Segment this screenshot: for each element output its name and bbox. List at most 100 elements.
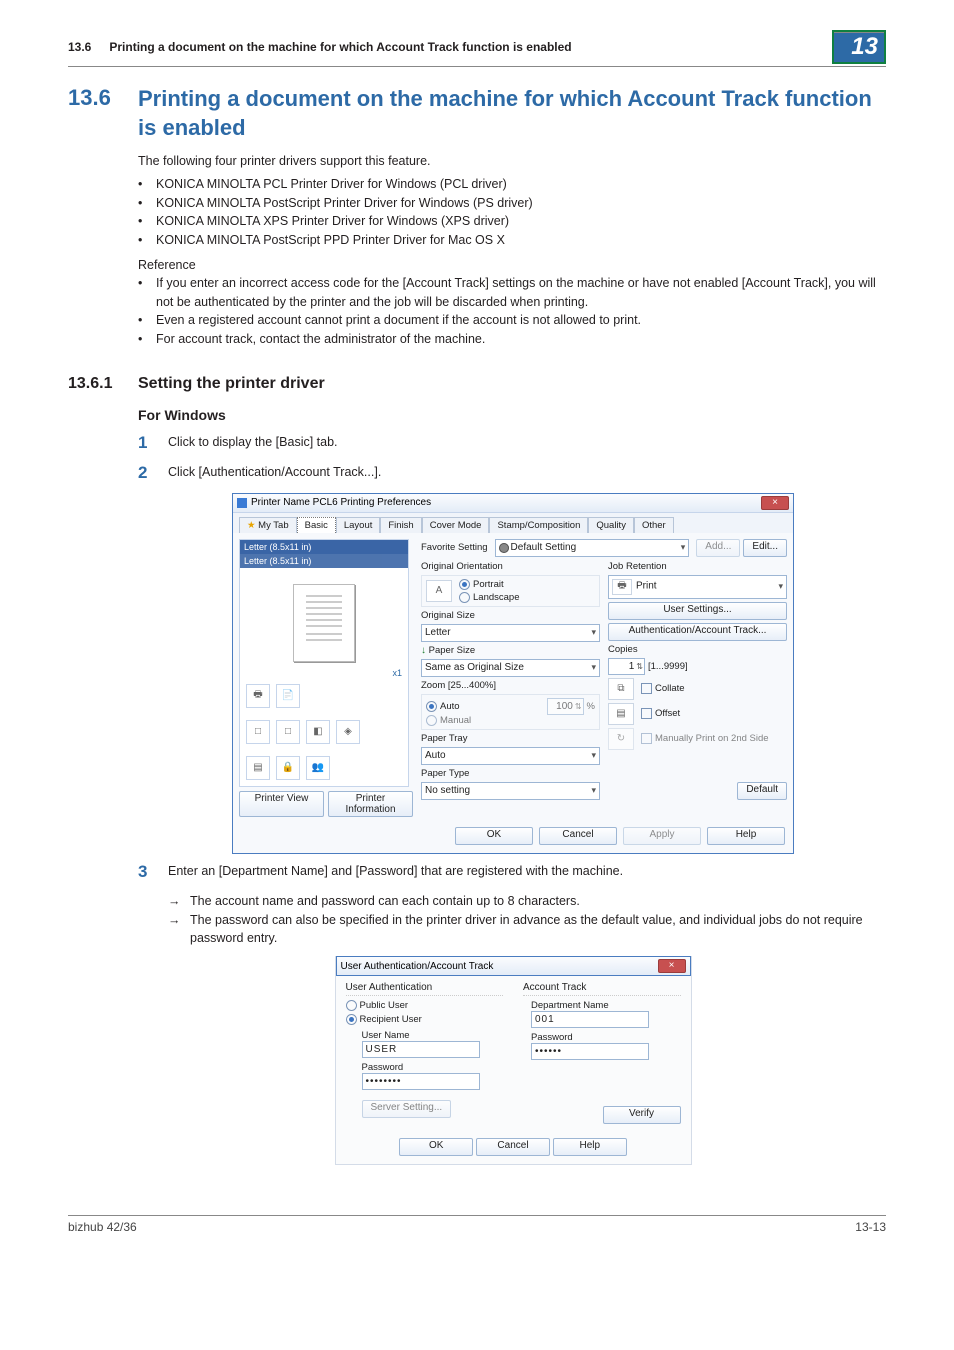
recipient-user-radio[interactable] [346, 1014, 357, 1025]
zoom-value: 100 [556, 701, 573, 712]
help-button[interactable]: Help [553, 1138, 627, 1156]
subsection-number: 13.6.1 [68, 375, 138, 393]
ok-button[interactable]: OK [399, 1138, 473, 1156]
zoom-spin[interactable]: 100 [547, 698, 584, 715]
verify-button[interactable]: Verify [603, 1106, 681, 1124]
step-3-note: The password can also be specified in th… [168, 911, 886, 949]
doc-icon[interactable]: ◈ [336, 720, 360, 744]
paper-type-label: Paper Type [421, 768, 600, 779]
server-setting-button[interactable]: Server Setting... [362, 1100, 452, 1118]
printer-small-icon[interactable]: 🖶 [246, 684, 270, 708]
favorite-setting-select[interactable]: Default Setting [495, 539, 690, 557]
doc-icon[interactable]: ▤ [246, 756, 270, 780]
account-track-title: Account Track [523, 982, 681, 996]
close-icon[interactable]: × [658, 959, 686, 973]
password-input[interactable]: •••••••• [362, 1073, 480, 1090]
intro-paragraph: The following four printer drivers suppo… [138, 152, 886, 171]
reference-label: Reference [138, 258, 886, 272]
cancel-button[interactable]: Cancel [539, 827, 617, 845]
public-user-radio[interactable] [346, 1000, 357, 1011]
portrait-radio[interactable] [459, 579, 470, 590]
recipient-user-label: Recipient User [360, 1014, 422, 1025]
job-retention-value: Print [636, 580, 657, 591]
paper-tray-select[interactable]: Auto [421, 747, 600, 765]
job-retention-select[interactable]: 🖶 Print [608, 575, 787, 599]
driver-item: KONICA MINOLTA XPS Printer Driver for Wi… [138, 212, 886, 231]
favorite-setting-label: Favorite Setting [421, 542, 488, 553]
user-name-input[interactable]: USER [362, 1041, 480, 1058]
help-button[interactable]: Help [707, 827, 785, 845]
zoom-auto-radio[interactable] [426, 701, 437, 712]
apply-button[interactable]: Apply [623, 827, 701, 845]
user-settings-button[interactable]: User Settings... [608, 602, 787, 620]
zoom-manual-label: Manual [440, 715, 471, 726]
page-preview-icon [293, 584, 355, 662]
acct-password-label: Password [531, 1032, 681, 1043]
dialog-title: Printer Name PCL6 Printing Preferences [251, 497, 431, 508]
zoom-manual-radio[interactable] [426, 715, 437, 726]
footer-right: 13-13 [855, 1220, 886, 1234]
paper-size-label: Paper Size [429, 645, 475, 656]
reference-item: For account track, contact the administr… [138, 330, 886, 349]
users-icon[interactable]: 👥 [306, 756, 330, 780]
tab-covermode[interactable]: Cover Mode [422, 517, 490, 533]
step-3-text: Enter an [Department Name] and [Password… [168, 864, 623, 882]
zoom-marker: x1 [240, 668, 408, 678]
tab-mytab[interactable]: My Tab [239, 517, 297, 533]
add-button[interactable]: Add... [696, 539, 740, 557]
paper-type-select[interactable]: No setting [421, 782, 600, 800]
landscape-label: Landscape [473, 592, 519, 603]
tab-basic[interactable]: Basic [297, 517, 336, 533]
reference-item: Even a registered account cannot print a… [138, 311, 886, 330]
tab-quality[interactable]: Quality [588, 517, 634, 533]
edit-button[interactable]: Edit... [743, 539, 787, 557]
doc-icon[interactable]: □ [276, 720, 300, 744]
step-1-text: Click to display the [Basic] tab. [168, 435, 338, 453]
copies-range-label: [1...9999] [648, 661, 688, 672]
tab-stamp[interactable]: Stamp/Composition [489, 517, 588, 533]
page-detail-icon[interactable]: 📄 [276, 684, 300, 708]
preview-pane: Letter (8.5x11 in) Letter (8.5x11 in) x1… [239, 539, 409, 787]
offset-checkbox[interactable] [641, 708, 652, 719]
ok-button[interactable]: OK [455, 827, 533, 845]
offset-label: Offset [655, 708, 680, 719]
landscape-radio[interactable] [459, 592, 470, 603]
footer-left: bizhub 42/36 [68, 1220, 137, 1234]
authentication-account-track-button[interactable]: Authentication/Account Track... [608, 623, 787, 641]
acct-password-input[interactable]: •••••• [531, 1043, 649, 1060]
user-authentication-title: User Authentication [346, 982, 504, 996]
step-number: 3 [138, 862, 168, 882]
collate-checkbox[interactable] [641, 683, 652, 694]
collate-icon: ⧉ [608, 678, 634, 700]
manual-2nd-checkbox[interactable] [641, 733, 652, 744]
reference-item: If you enter an incorrect access code fo… [138, 274, 886, 312]
close-icon[interactable]: × [761, 496, 789, 510]
reference-list: If you enter an incorrect access code fo… [138, 274, 886, 349]
preview-bottom-bar: Letter (8.5x11 in) [240, 554, 408, 568]
header-section-num: 13.6 [68, 40, 91, 54]
zoom-pct-label: % [587, 701, 595, 712]
original-size-label: Original Size [421, 610, 600, 621]
printer-view-button[interactable]: Printer View [239, 791, 324, 817]
lock-icon[interactable]: 🔒 [276, 756, 300, 780]
tab-layout[interactable]: Layout [336, 517, 381, 533]
driver-item: KONICA MINOLTA PostScript PPD Printer Dr… [138, 231, 886, 250]
tab-other[interactable]: Other [634, 517, 674, 533]
printer-combo-icon: 🖶 [612, 579, 632, 595]
tab-finish[interactable]: Finish [380, 517, 421, 533]
cancel-button[interactable]: Cancel [476, 1138, 550, 1156]
doc-icon[interactable]: ◧ [306, 720, 330, 744]
default-button[interactable]: Default [737, 782, 787, 800]
user-authentication-dialog: User Authentication/Account Track × User… [335, 956, 692, 1165]
doc-icon[interactable]: □ [246, 720, 270, 744]
public-user-label: Public User [360, 1000, 409, 1011]
arrow-down-icon: ↓ [421, 645, 426, 656]
department-name-input[interactable]: 001 [531, 1011, 649, 1028]
running-header: 13.6 Printing a document on the machine … [68, 30, 886, 67]
original-size-select[interactable]: Letter [421, 624, 600, 642]
step-number: 2 [138, 463, 168, 483]
manual-2nd-icon: ↻ [608, 728, 634, 750]
paper-size-select[interactable]: Same as Original Size [421, 659, 600, 677]
printer-information-button[interactable]: Printer Information [328, 791, 413, 817]
copies-spin[interactable]: 1 [608, 658, 645, 675]
